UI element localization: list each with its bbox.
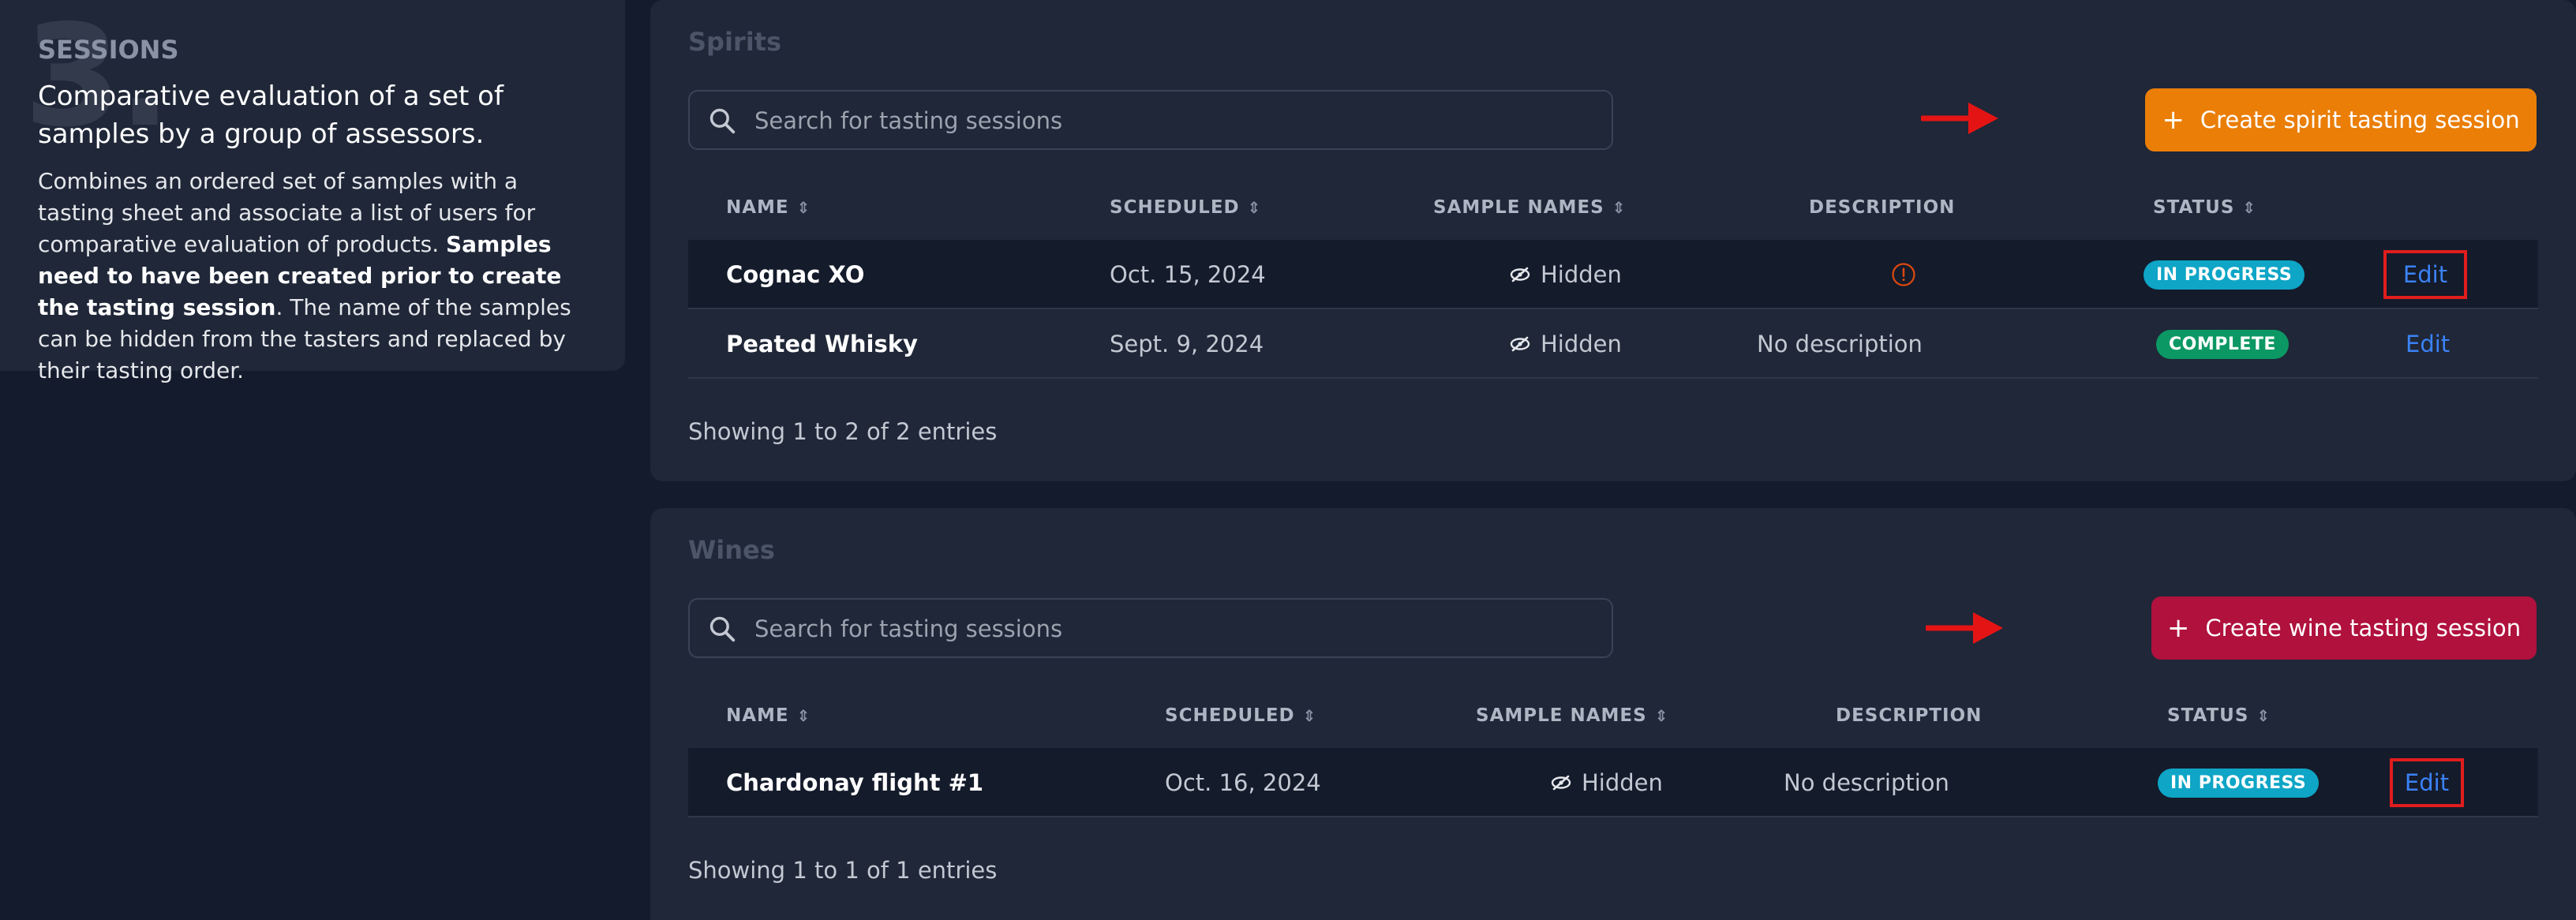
sort-icon: ⇕ — [1654, 706, 1669, 725]
column-name-label: NAME — [726, 197, 789, 218]
column-scheduled-label: SCHEDULED — [1110, 197, 1240, 218]
sort-icon: ⇕ — [1302, 706, 1317, 725]
edit-link[interactable]: Edit — [2403, 261, 2447, 288]
spirits-search-input[interactable] — [753, 92, 1593, 150]
sessions-info-card: 3. SESSIONS Comparative evaluation of a … — [0, 0, 625, 383]
column-description-label: DESCRIPTION — [1836, 705, 1983, 726]
edit-highlight: Edit — [2383, 250, 2467, 299]
eye-slash-icon — [1510, 336, 1530, 352]
info-circle-icon[interactable] — [1890, 261, 1917, 288]
sort-icon: ⇕ — [2242, 198, 2257, 217]
wines-search — [688, 598, 1613, 658]
sample-names-value: Hidden — [1541, 331, 1622, 357]
info-body: Combines an ordered set of samples with … — [38, 166, 587, 387]
edit-link[interactable]: Edit — [2405, 769, 2449, 796]
column-header-description: DESCRIPTION — [1836, 705, 1982, 726]
spirits-panel: Spirits + Create spirit tasting session … — [650, 0, 2576, 481]
column-header-name[interactable]: NAME ⇕ — [726, 705, 811, 726]
column-name-label: NAME — [726, 705, 789, 726]
column-header-description: DESCRIPTION — [1809, 197, 1955, 218]
sample-names-value: Hidden — [1582, 769, 1663, 796]
sort-icon: ⇕ — [796, 198, 811, 217]
session-description — [1864, 240, 1943, 309]
table-row: Chardonay flight #1 Oct. 16, 2024 Hidden… — [688, 748, 2538, 817]
column-sample-names-label: SAMPLE NAMES — [1476, 705, 1647, 726]
column-status-label: STATUS — [2167, 705, 2249, 726]
plus-icon: + — [2162, 104, 2185, 136]
session-action: Edit — [2390, 748, 2464, 817]
create-spirit-session-label: Create spirit tasting session — [2200, 107, 2520, 133]
info-title: SESSIONS — [38, 35, 179, 65]
table-row: Peated Whisky Sept. 9, 2024 Hidden No de… — [688, 309, 2538, 379]
session-scheduled: Oct. 15, 2024 — [1110, 261, 1266, 288]
session-status: IN PROGRESS — [2144, 240, 2305, 309]
session-status: COMPLETE — [2156, 309, 2289, 379]
sample-names-value: Hidden — [1541, 261, 1622, 288]
column-header-sample-names[interactable]: SAMPLE NAMES ⇕ — [1476, 705, 1668, 726]
sort-icon: ⇕ — [1612, 198, 1627, 217]
column-status-label: STATUS — [2153, 197, 2235, 218]
eye-slash-icon — [1510, 267, 1530, 282]
status-badge: COMPLETE — [2156, 329, 2289, 359]
column-header-sample-names[interactable]: SAMPLE NAMES ⇕ — [1433, 197, 1626, 218]
session-name: Cognac XO — [726, 261, 865, 288]
column-header-status[interactable]: STATUS ⇕ — [2153, 197, 2256, 218]
session-action: Edit — [2406, 309, 2450, 379]
session-scheduled: Sept. 9, 2024 — [1110, 331, 1264, 357]
column-description-label: DESCRIPTION — [1809, 197, 1956, 218]
column-sample-names-label: SAMPLE NAMES — [1433, 197, 1604, 218]
create-wine-session-button[interactable]: + Create wine tasting session — [2151, 597, 2537, 660]
wines-search-input[interactable] — [753, 600, 1593, 658]
session-name: Peated Whisky — [726, 331, 918, 357]
sort-icon: ⇕ — [1247, 198, 1262, 217]
spirits-search — [688, 90, 1613, 150]
spirits-panel-title: Spirits — [688, 27, 782, 57]
column-header-status[interactable]: STATUS ⇕ — [2167, 705, 2271, 726]
search-icon — [710, 616, 736, 642]
session-description: No description — [1784, 769, 1949, 796]
wines-panel-title: Wines — [688, 535, 775, 565]
status-badge: IN PROGRESS — [2158, 768, 2320, 798]
session-name: Chardonay flight #1 — [726, 769, 984, 796]
sort-icon: ⇕ — [796, 706, 811, 725]
wines-panel: Wines + Create wine tasting session NAME… — [650, 508, 2576, 920]
sort-icon: ⇕ — [2256, 706, 2271, 725]
create-spirit-session-button[interactable]: + Create spirit tasting session — [2145, 88, 2537, 151]
info-lead: Comparative evaluation of a set of sampl… — [38, 80, 504, 150]
edit-highlight: Edit — [2390, 758, 2464, 807]
wines-table-info: Showing 1 to 1 of 1 entries — [688, 857, 998, 884]
status-badge: IN PROGRESS — [2144, 260, 2305, 290]
eye-slash-icon — [1551, 775, 1571, 791]
arrow-right-icon — [1926, 612, 2003, 644]
column-header-name[interactable]: NAME ⇕ — [726, 197, 811, 218]
session-sample-names: Hidden — [1509, 309, 1622, 379]
column-header-scheduled[interactable]: SCHEDULED ⇕ — [1110, 197, 1261, 218]
session-status: IN PROGRESS — [2158, 748, 2320, 817]
session-action: Edit — [2383, 240, 2467, 309]
create-wine-session-label: Create wine tasting session — [2205, 615, 2522, 641]
session-description: No description — [1757, 331, 1923, 357]
column-header-scheduled[interactable]: SCHEDULED ⇕ — [1165, 705, 1316, 726]
plus-icon: + — [2166, 612, 2190, 644]
session-sample-names: Hidden — [1509, 240, 1622, 309]
edit-link[interactable]: Edit — [2406, 331, 2450, 357]
arrow-right-icon — [1921, 103, 1998, 134]
spirits-table-info: Showing 1 to 2 of 2 entries — [688, 418, 998, 445]
table-row: Cognac XO Oct. 15, 2024 Hidden IN PROGRE… — [688, 240, 2538, 309]
session-scheduled: Oct. 16, 2024 — [1165, 769, 1321, 796]
search-icon — [710, 108, 736, 134]
column-scheduled-label: SCHEDULED — [1165, 705, 1295, 726]
session-sample-names: Hidden — [1550, 748, 1663, 817]
